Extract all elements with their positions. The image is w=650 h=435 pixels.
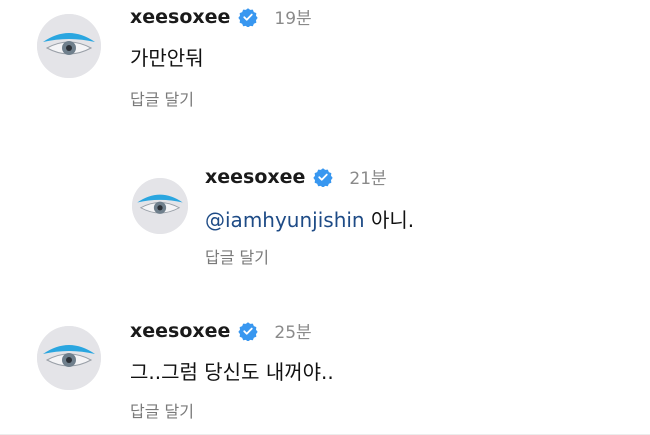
username[interactable]: xeesoxee [130, 320, 230, 342]
eye-avatar-icon [132, 178, 188, 234]
eye-avatar-icon [37, 14, 101, 78]
avatar[interactable] [37, 326, 101, 390]
timestamp: 19분 [274, 9, 312, 29]
verified-badge-icon [313, 167, 334, 187]
comment-text: 그..그럼 당신도 내꺼야.. [130, 360, 334, 384]
reply-button[interactable]: 답글 달기 [130, 86, 194, 110]
comment-item: xeesoxee 25분 그..그럼 당신도 내꺼야.. 답글 달기 [0, 310, 650, 435]
comment-item: xeesoxee 19분 가만안둬 답글 달기 [0, 0, 650, 120]
eye-avatar-icon [37, 326, 101, 390]
comment-text-body: 아니. [364, 208, 415, 232]
comment-text: 가만안둬 [130, 46, 204, 70]
verified-badge-icon [238, 7, 259, 27]
mention-link[interactable]: @iamhyunjishin [205, 208, 365, 232]
timestamp: 21분 [349, 169, 387, 189]
timestamp: 25분 [274, 323, 312, 343]
reply-button[interactable]: 답글 달기 [130, 398, 194, 422]
comment-header: xeesoxee 21분 [205, 164, 387, 190]
username[interactable]: xeesoxee [130, 6, 230, 28]
avatar[interactable] [132, 178, 188, 234]
comment-header: xeesoxee 19분 [130, 4, 312, 30]
reply-button[interactable]: 답글 달기 [205, 244, 269, 268]
username[interactable]: xeesoxee [205, 166, 305, 188]
comment-header: xeesoxee 25분 [130, 318, 312, 344]
comment-item: xeesoxee 21분 @iamhyunjishin 아니. 답글 달기 [0, 150, 650, 280]
verified-badge-icon [238, 321, 259, 341]
comment-text: @iamhyunjishin 아니. [205, 204, 414, 233]
avatar[interactable] [37, 14, 101, 78]
